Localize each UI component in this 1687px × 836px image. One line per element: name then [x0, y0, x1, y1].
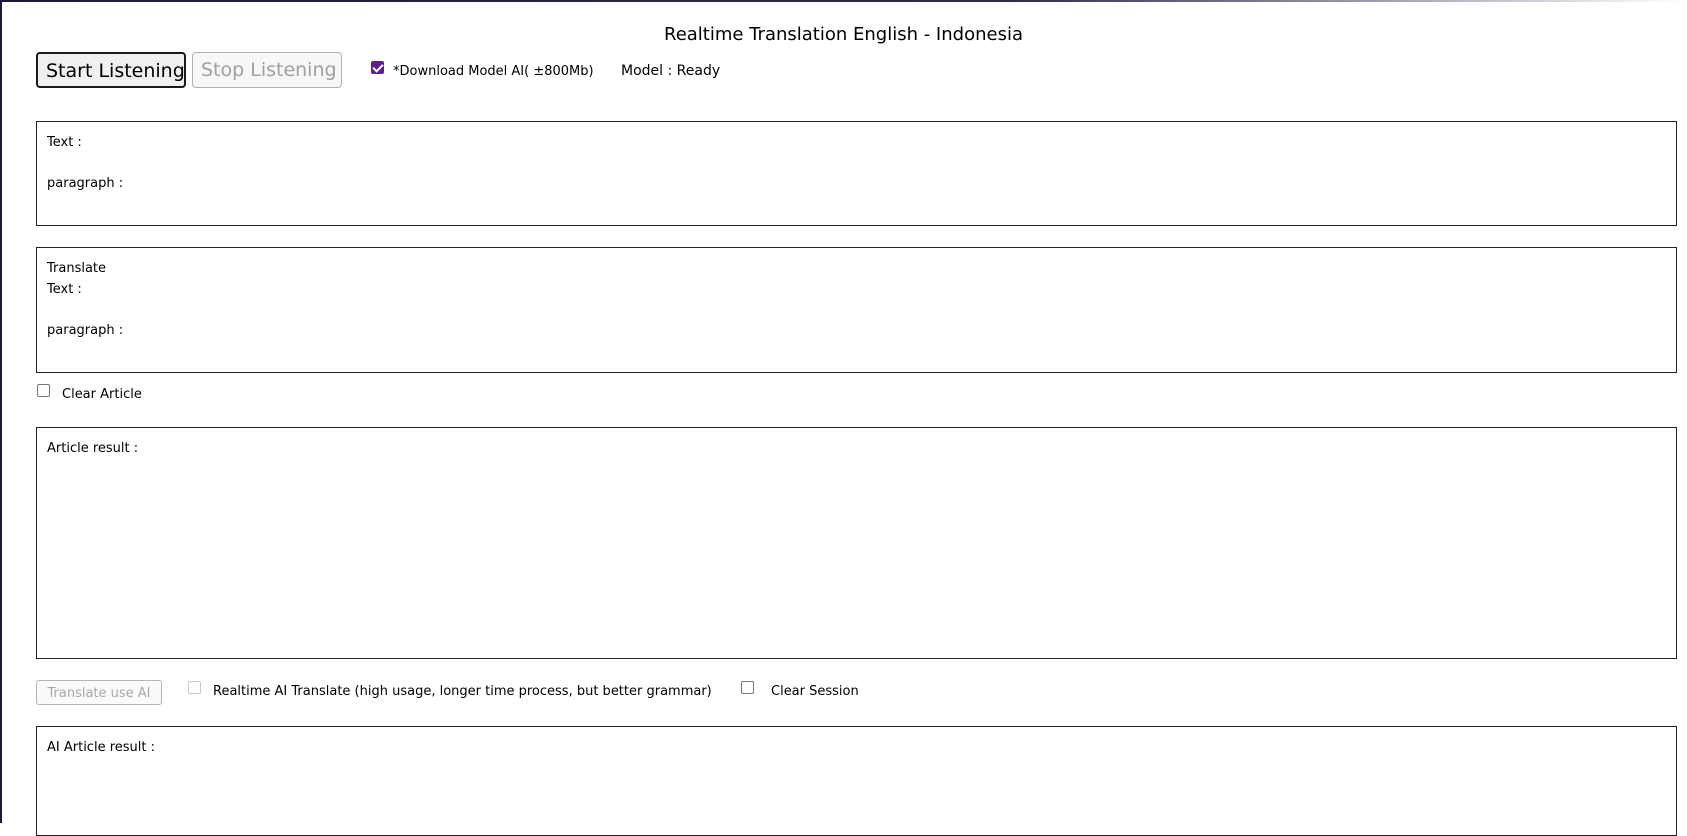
- translate-heading: Translate: [47, 261, 107, 276]
- ai-article-result-box: AI Article result :: [36, 726, 1677, 836]
- clear-article-checkbox[interactable]: [37, 384, 50, 397]
- translate-use-ai-button[interactable]: Translate use AI: [36, 680, 162, 705]
- source-text-box: Text : paragraph :: [36, 121, 1677, 226]
- article-result-box: Article result :: [36, 427, 1677, 659]
- page-title: Realtime Translation English - Indonesia: [664, 24, 1023, 45]
- page: Realtime Translation English - Indonesia…: [0, 0, 1687, 836]
- stop-listening-button[interactable]: Stop Listening: [192, 52, 342, 88]
- window-top-edge: [0, 0, 1687, 2]
- source-paragraph-label: paragraph :: [47, 176, 124, 191]
- realtime-ai-translate-checkbox[interactable]: [188, 681, 201, 694]
- start-listening-button[interactable]: Start Listening: [36, 52, 186, 88]
- clear-session-label: Clear Session: [771, 684, 859, 699]
- translate-paragraph-label: paragraph :: [47, 323, 124, 338]
- source-text-label: Text :: [47, 135, 82, 150]
- realtime-ai-translate-label: Realtime AI Translate (high usage, longe…: [213, 684, 712, 699]
- ai-article-result-label: AI Article result :: [47, 740, 155, 755]
- translate-text-label: Text :: [47, 282, 82, 297]
- window-left-edge: [0, 0, 2, 823]
- download-model-checkbox[interactable]: [371, 61, 384, 74]
- model-status: Model : Ready: [621, 63, 721, 79]
- clear-session-checkbox[interactable]: [741, 681, 754, 694]
- clear-article-label: Clear Article: [62, 387, 142, 402]
- article-result-label: Article result :: [47, 441, 139, 456]
- download-model-label: *Download Model AI( ±800Mb): [393, 64, 594, 79]
- translate-box: Translate Text : paragraph :: [36, 247, 1677, 373]
